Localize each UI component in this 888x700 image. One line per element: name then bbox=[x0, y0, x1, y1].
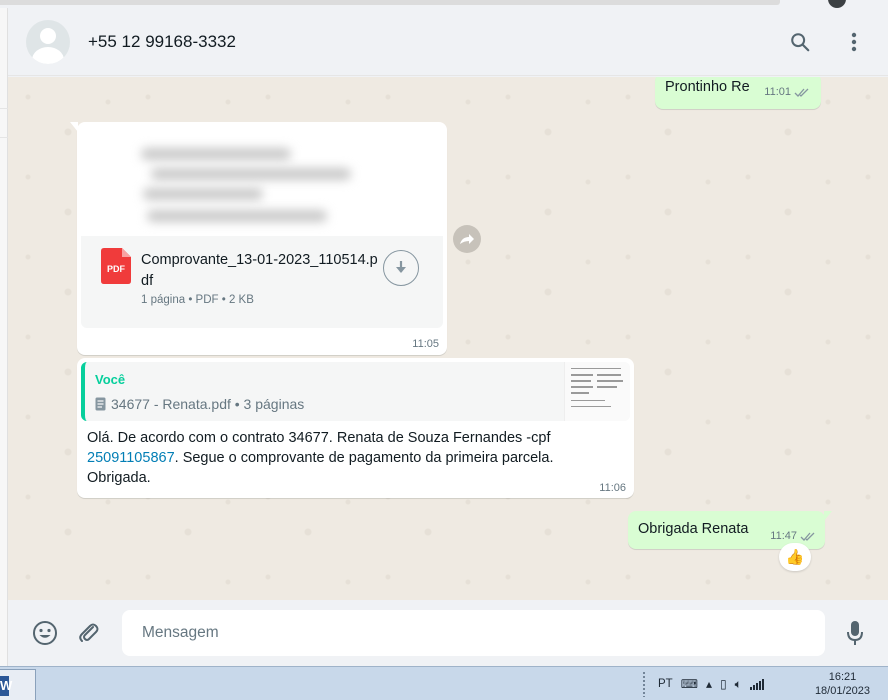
message-meta: 11:01 bbox=[764, 86, 811, 98]
bubble-tail bbox=[70, 122, 78, 132]
avatar-body-shape bbox=[32, 47, 64, 64]
thumb-line bbox=[571, 406, 611, 407]
message-time: 11:06 bbox=[599, 482, 626, 494]
contact-name[interactable]: +55 12 99168-3332 bbox=[88, 32, 236, 52]
keyboard-icon[interactable]: ⌨ bbox=[681, 677, 698, 691]
document-name[interactable]: Comprovante_13-01-2023_110514.pdf bbox=[141, 250, 381, 292]
quote-author: Você bbox=[95, 372, 126, 387]
phone-number-link[interactable]: 25091105867 bbox=[87, 450, 175, 466]
message-text: Olá. De acordo com o contrato 34677. Ren… bbox=[87, 428, 597, 488]
windows-taskbar: W PT ⌨ ▴ ▯ 🔈︎ 16:21 18/01/2023 bbox=[0, 666, 888, 700]
double-check-icon bbox=[794, 88, 809, 97]
menu-button[interactable] bbox=[840, 28, 868, 56]
message-meta: 11:05 bbox=[412, 338, 439, 350]
search-button[interactable] bbox=[786, 28, 814, 56]
thumb-line bbox=[597, 380, 623, 382]
message-composer bbox=[8, 600, 888, 666]
message-time: 11:47 bbox=[770, 530, 797, 542]
paperclip-icon bbox=[79, 623, 99, 642]
incoming-reply-message[interactable]: Você 34677 - Renata.pdf • 3 páginas Olá.… bbox=[77, 358, 634, 498]
blurred-text-line bbox=[151, 168, 351, 180]
outgoing-message[interactable]: Prontinho Re 11:01 bbox=[655, 77, 821, 109]
language-indicator[interactable]: PT bbox=[658, 678, 673, 690]
thumb-line bbox=[571, 374, 593, 376]
document-details: 1 página • PDF • 2 KB bbox=[141, 294, 254, 306]
thumb-line bbox=[571, 400, 605, 401]
emoji-icon bbox=[33, 621, 57, 645]
chat-area[interactable]: Prontinho Re 11:01 PDF Comprovante_13-01… bbox=[8, 77, 888, 600]
incoming-document-message[interactable]: PDF Comprovante_13-01-2023_110514.pdf 1 … bbox=[70, 122, 447, 355]
quote-text-row: 34677 - Renata.pdf • 3 páginas bbox=[95, 396, 304, 412]
document-icon bbox=[95, 397, 106, 411]
avatar[interactable] bbox=[26, 20, 70, 64]
toolbar-grip-handle[interactable] bbox=[642, 671, 646, 697]
thumbs-up-reaction[interactable]: 👍 bbox=[779, 543, 811, 571]
horizontal-scrollbar[interactable] bbox=[0, 0, 780, 5]
battery-icon[interactable]: ▯ bbox=[720, 677, 727, 691]
message-input[interactable] bbox=[122, 610, 825, 656]
message-meta: 11:47 bbox=[770, 530, 817, 542]
thumb-line bbox=[571, 380, 591, 382]
thumb-line bbox=[597, 374, 621, 376]
document-thumbnail bbox=[564, 362, 630, 421]
browser-top-strip bbox=[0, 0, 888, 8]
system-clock[interactable]: 16:21 18/01/2023 bbox=[815, 670, 870, 698]
double-check-icon bbox=[800, 532, 815, 541]
thumb-line bbox=[597, 386, 617, 388]
thumb-line bbox=[571, 368, 621, 369]
message-text: Obrigada Renata bbox=[638, 521, 749, 537]
quoted-message[interactable]: Você 34677 - Renata.pdf • 3 páginas bbox=[81, 362, 630, 421]
message-time: 11:01 bbox=[764, 86, 791, 98]
download-arrow-icon bbox=[396, 261, 406, 273]
signal-bars-icon[interactable] bbox=[749, 678, 764, 690]
word-letter: W bbox=[0, 676, 12, 696]
vertical-dots-icon bbox=[851, 32, 857, 52]
chat-header: +55 12 99168-3332 bbox=[8, 8, 888, 76]
quote-file-name: 34677 - Renata.pdf • 3 páginas bbox=[111, 396, 305, 412]
search-icon bbox=[791, 33, 810, 52]
blurred-text-line bbox=[147, 210, 327, 222]
bubble-tail bbox=[824, 511, 832, 521]
avatar-head-shape bbox=[40, 28, 56, 44]
forward-button[interactable] bbox=[453, 225, 481, 253]
message-time: 11:05 bbox=[412, 338, 439, 350]
blurred-text-line bbox=[141, 148, 291, 160]
forward-arrow-icon bbox=[460, 234, 474, 244]
chevron-up-icon[interactable]: ▴ bbox=[706, 677, 712, 691]
message-meta: 11:06 bbox=[599, 482, 626, 494]
speaker-icon[interactable]: 🔈︎ bbox=[735, 677, 742, 692]
message-text: Prontinho Re bbox=[665, 79, 750, 95]
thumb-line bbox=[571, 392, 589, 394]
microphone-icon bbox=[847, 621, 863, 645]
left-panel-edge bbox=[0, 8, 8, 668]
thumb-line bbox=[571, 386, 593, 388]
emoji-button[interactable] bbox=[30, 618, 60, 648]
pdf-file-icon: PDF bbox=[101, 248, 131, 284]
clock-time: 16:21 bbox=[828, 671, 857, 683]
pdf-badge: PDF bbox=[107, 264, 126, 274]
browser-profile-icon[interactable] bbox=[828, 0, 846, 8]
left-panel-divider bbox=[0, 108, 8, 138]
clock-date: 18/01/2023 bbox=[814, 685, 870, 697]
message-text-part: Olá. De acordo com o contrato 34677. Ren… bbox=[87, 430, 551, 446]
blurred-text-line bbox=[143, 188, 263, 200]
download-button[interactable] bbox=[383, 250, 419, 286]
document-preview[interactable] bbox=[81, 126, 443, 236]
voice-message-button[interactable] bbox=[840, 618, 870, 648]
document-info[interactable]: PDF Comprovante_13-01-2023_110514.pdf 1 … bbox=[81, 236, 443, 328]
word-app-button[interactable]: W bbox=[0, 669, 36, 700]
attach-button[interactable] bbox=[74, 618, 104, 648]
